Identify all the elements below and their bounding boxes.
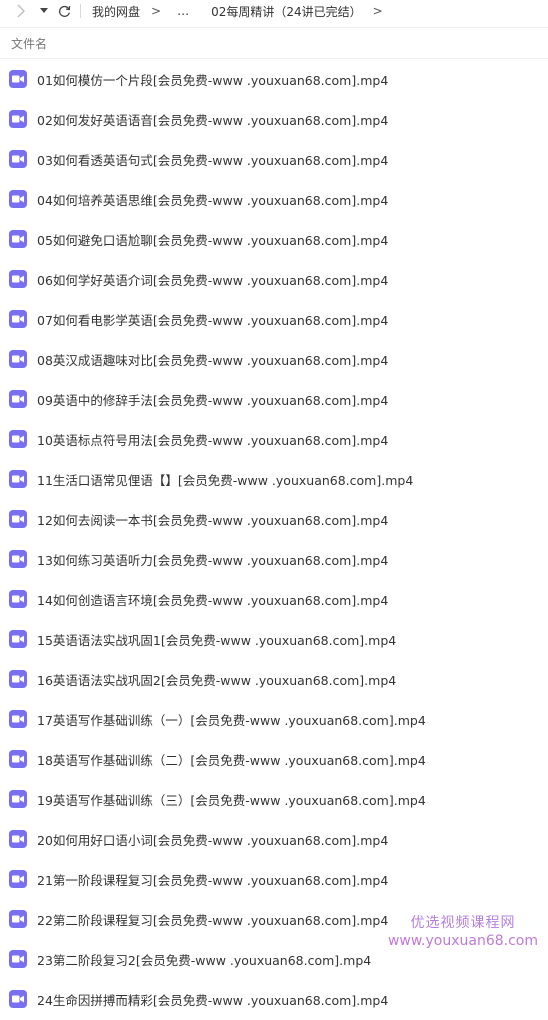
refresh-icon — [58, 5, 70, 17]
file-name[interactable]: 19英语写作基础训练（三）[会员免费-www .youxuan68.com].m… — [37, 790, 426, 809]
file-name[interactable]: 12如何去阅读一本书[会员免费-www .youxuan68.com].mp4 — [37, 510, 388, 529]
toolbar-divider — [80, 4, 81, 18]
toolbar: 我的网盘 > … 02每周精讲（24讲已完结） > — [0, 0, 548, 22]
file-row[interactable]: 14如何创造语言环境[会员免费-www .youxuan68.com].mp4 — [0, 579, 548, 619]
video-file-icon — [9, 190, 27, 208]
file-name[interactable]: 05如何避免口语尬聊[会员免费-www .youxuan68.com].mp4 — [37, 230, 388, 249]
forward-button[interactable] — [14, 2, 28, 20]
caret-down-icon — [40, 8, 48, 13]
breadcrumb-root[interactable]: 我的网盘 — [92, 3, 140, 20]
file-row[interactable]: 03如何看透英语句式[会员免费-www .youxuan68.com].mp4 — [0, 139, 548, 179]
file-name[interactable]: 02如何发好英语语音[会员免费-www .youxuan68.com].mp4 — [37, 110, 388, 129]
video-file-icon — [9, 830, 27, 848]
file-row[interactable]: 02如何发好英语语音[会员免费-www .youxuan68.com].mp4 — [0, 99, 548, 139]
file-name[interactable]: 18英语写作基础训练（二）[会员免费-www .youxuan68.com].m… — [37, 750, 426, 769]
file-name[interactable]: 24生命因拼搏而精彩[会员免费-www .youxuan68.com].mp4 — [37, 990, 388, 1009]
video-file-icon — [9, 270, 27, 288]
file-row[interactable]: 19英语写作基础训练（三）[会员免费-www .youxuan68.com].m… — [0, 779, 548, 819]
file-row[interactable]: 16英语语法实战巩固2[会员免费-www .youxuan68.com].mp4 — [0, 659, 548, 699]
file-row[interactable]: 18英语写作基础训练（二）[会员免费-www .youxuan68.com].m… — [0, 739, 548, 779]
file-row[interactable]: 07如何看电影学英语[会员免费-www .youxuan68.com].mp4 — [0, 299, 548, 339]
file-list: 01如何模仿一个片段[会员免费-www .youxuan68.com].mp4 0… — [0, 59, 548, 1019]
file-row[interactable]: 04如何培养英语思维[会员免费-www .youxuan68.com].mp4 — [0, 179, 548, 219]
file-name[interactable]: 21第一阶段课程复习[会员免费-www .youxuan68.com].mp4 — [37, 870, 388, 889]
video-file-icon — [9, 790, 27, 808]
file-row[interactable]: 05如何避免口语尬聊[会员免费-www .youxuan68.com].mp4 — [0, 219, 548, 259]
video-file-icon — [9, 990, 27, 1008]
file-name[interactable]: 03如何看透英语句式[会员免费-www .youxuan68.com].mp4 — [37, 150, 388, 169]
file-browser: 我的网盘 > … 02每周精讲（24讲已完结） > 文件名 01如何模仿一个片段… — [0, 0, 548, 1020]
video-file-icon — [9, 70, 27, 88]
video-file-icon — [9, 350, 27, 368]
video-file-icon — [9, 950, 27, 968]
file-name[interactable]: 16英语语法实战巩固2[会员免费-www .youxuan68.com].mp4 — [37, 670, 396, 689]
file-name[interactable]: 17英语写作基础训练（一）[会员免费-www .youxuan68.com].m… — [37, 710, 426, 729]
video-file-icon — [9, 910, 27, 928]
refresh-button[interactable] — [56, 2, 72, 20]
chevron-right-icon — [17, 4, 25, 18]
file-name[interactable]: 06如何学好英语介词[会员免费-www .youxuan68.com].mp4 — [37, 270, 388, 289]
history-dropdown-button[interactable] — [38, 2, 50, 20]
file-row[interactable]: 13如何练习英语听力[会员免费-www .youxuan68.com].mp4 — [0, 539, 548, 579]
video-file-icon — [9, 590, 27, 608]
video-file-icon — [9, 510, 27, 528]
file-row[interactable]: 20如何用好口语小词[会员免费-www .youxuan68.com].mp4 — [0, 819, 548, 859]
video-file-icon — [9, 230, 27, 248]
video-file-icon — [9, 870, 27, 888]
video-file-icon — [9, 670, 27, 688]
file-name[interactable]: 01如何模仿一个片段[会员免费-www .youxuan68.com].mp4 — [37, 70, 388, 89]
file-row[interactable]: 09英语中的修辞手法[会员免费-www .youxuan68.com].mp4 — [0, 379, 548, 419]
file-name[interactable]: 14如何创造语言环境[会员免费-www .youxuan68.com].mp4 — [37, 590, 388, 609]
video-file-icon — [9, 430, 27, 448]
watermark-url: www.youxuan68.com — [387, 932, 538, 949]
file-name[interactable]: 20如何用好口语小词[会员免费-www .youxuan68.com].mp4 — [37, 830, 388, 849]
breadcrumb-ellipsis[interactable]: … — [177, 4, 189, 18]
file-row[interactable]: 17英语写作基础训练（一）[会员免费-www .youxuan68.com].m… — [0, 699, 548, 739]
video-file-icon — [9, 150, 27, 168]
video-file-icon — [9, 550, 27, 568]
breadcrumb-separator[interactable]: > — [373, 4, 383, 18]
file-name[interactable]: 23第二阶段复习2[会员免费-www .youxuan68.com].mp4 — [37, 950, 371, 969]
video-file-icon — [9, 750, 27, 768]
file-name[interactable]: 04如何培养英语思维[会员免费-www .youxuan68.com].mp4 — [37, 190, 388, 209]
video-file-icon — [9, 470, 27, 488]
file-row[interactable]: 24生命因拼搏而精彩[会员免费-www .youxuan68.com].mp4 — [0, 979, 548, 1019]
column-header[interactable]: 文件名 — [0, 27, 548, 59]
file-name[interactable]: 08英汉成语趣味对比[会员免费-www .youxuan68.com].mp4 — [37, 350, 388, 369]
breadcrumb-separator: > — [151, 4, 162, 18]
file-row[interactable]: 08英汉成语趣味对比[会员免费-www .youxuan68.com].mp4 — [0, 339, 548, 379]
file-name[interactable]: 10英语标点符号用法[会员免费-www .youxuan68.com].mp4 — [37, 430, 388, 449]
video-file-icon — [9, 390, 27, 408]
file-name[interactable]: 07如何看电影学英语[会员免费-www .youxuan68.com].mp4 — [37, 310, 388, 329]
file-name[interactable]: 22第二阶段课程复习[会员免费-www .youxuan68.com].mp4 — [37, 910, 388, 929]
watermark: 优选视频课程网 www.youxuan68.com — [388, 915, 538, 950]
video-file-icon — [9, 630, 27, 648]
video-file-icon — [9, 710, 27, 728]
watermark-title: 优选视频课程网 — [410, 915, 516, 931]
column-header-name[interactable]: 文件名 — [11, 35, 47, 52]
file-row[interactable]: 21第一阶段课程复习[会员免费-www .youxuan68.com].mp4 — [0, 859, 548, 899]
file-row[interactable]: 01如何模仿一个片段[会员免费-www .youxuan68.com].mp4 — [0, 59, 548, 99]
file-name[interactable]: 09英语中的修辞手法[会员免费-www .youxuan68.com].mp4 — [37, 390, 388, 409]
file-name[interactable]: 11生活口语常见俚语【】[会员免费-www .youxuan68.com].mp… — [37, 470, 413, 489]
file-row[interactable]: 11生活口语常见俚语【】[会员免费-www .youxuan68.com].mp… — [0, 459, 548, 499]
file-row[interactable]: 10英语标点符号用法[会员免费-www .youxuan68.com].mp4 — [0, 419, 548, 459]
file-name[interactable]: 15英语语法实战巩固1[会员免费-www .youxuan68.com].mp4 — [37, 630, 396, 649]
video-file-icon — [9, 310, 27, 328]
file-name[interactable]: 13如何练习英语听力[会员免费-www .youxuan68.com].mp4 — [37, 550, 388, 569]
file-row[interactable]: 12如何去阅读一本书[会员免费-www .youxuan68.com].mp4 — [0, 499, 548, 539]
file-row[interactable]: 06如何学好英语介词[会员免费-www .youxuan68.com].mp4 — [0, 259, 548, 299]
file-row[interactable]: 15英语语法实战巩固1[会员免费-www .youxuan68.com].mp4 — [0, 619, 548, 659]
breadcrumb-current[interactable]: 02每周精讲（24讲已完结） — [211, 3, 362, 20]
video-file-icon — [9, 110, 27, 128]
